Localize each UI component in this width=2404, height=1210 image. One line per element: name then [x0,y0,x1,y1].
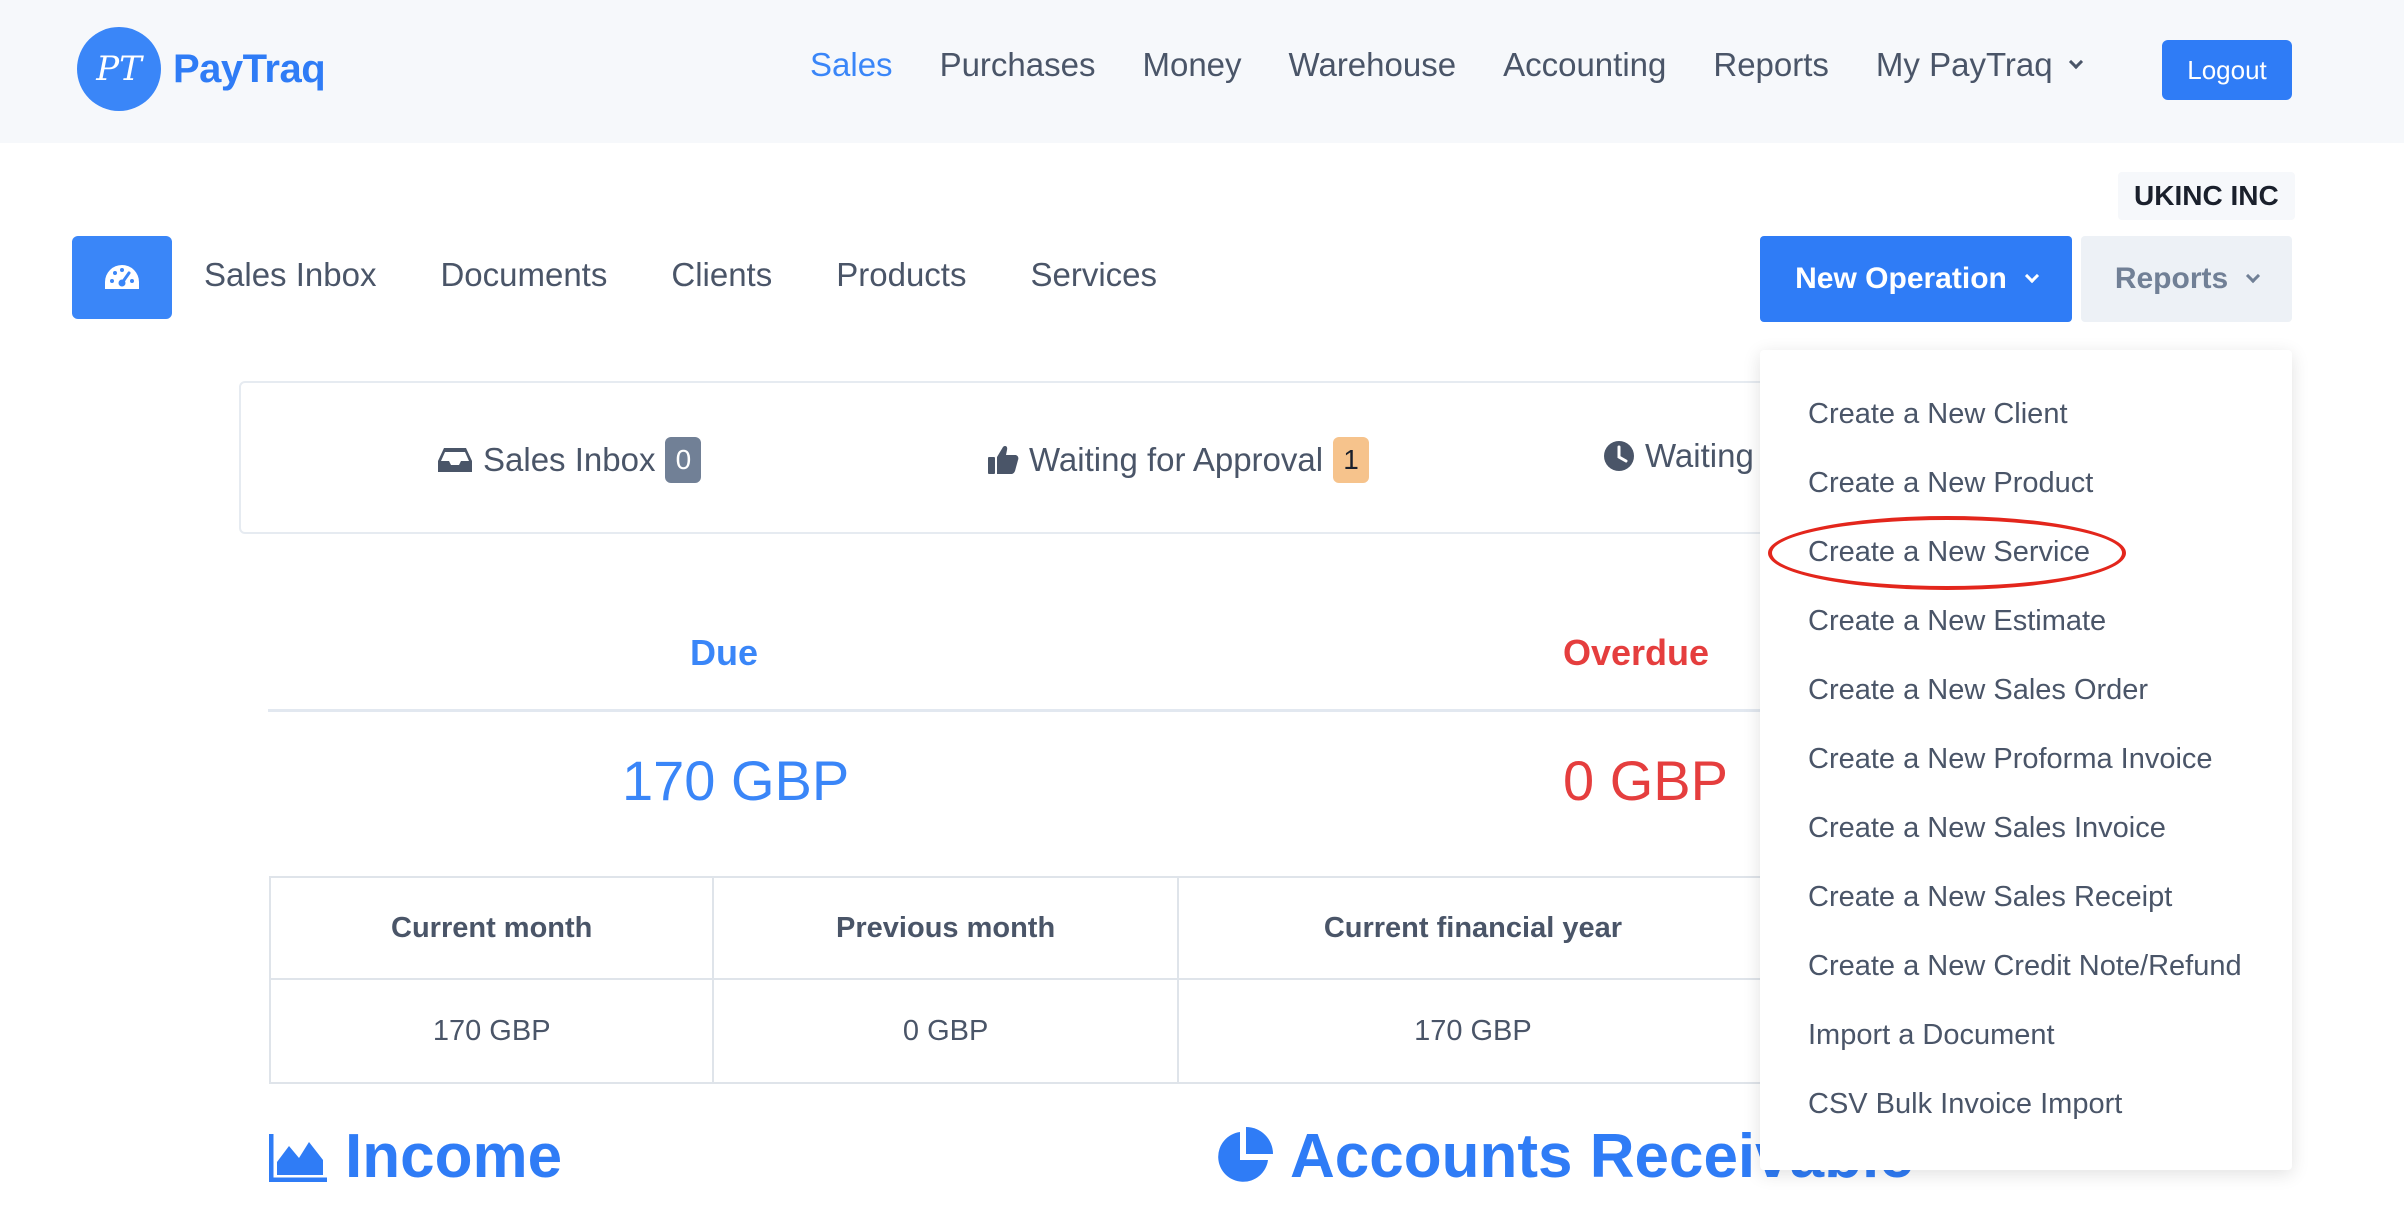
table-row: 170 GBP 0 GBP 170 GBP [268,978,1770,1084]
subnav-clients[interactable]: Clients [671,256,772,294]
new-operation-dropdown-menu: Create a New Client Create a New Product… [1760,350,2292,1170]
menu-item-create-new-credit-note-refund[interactable]: Create a New Credit Note/Refund [1808,950,2242,983]
due-label: Due [690,632,759,673]
area-chart-icon [269,1132,329,1182]
subnav-products[interactable]: Products [836,256,966,294]
waiting-approval-count-badge: 1 [1333,437,1370,483]
subnav-services[interactable]: Services [1030,256,1157,294]
nav-accounting[interactable]: Accounting [1503,46,1666,84]
pie-chart-icon [1212,1126,1274,1188]
income-heading-text: Income [345,1122,563,1191]
nav-sales[interactable]: Sales [810,46,893,84]
menu-item-create-new-sales-order[interactable]: Create a New Sales Order [1808,674,2148,707]
top-navigation-bar: PT PayTraq Sales Purchases Money Warehou… [0,0,2404,143]
due-amount: 170 GBP [622,749,850,812]
cell-previous-month: 0 GBP [712,978,1179,1084]
company-name-badge: UKINC INC [2118,172,2295,220]
sales-inbox-count-badge: 0 [665,437,702,483]
menu-item-create-new-client[interactable]: Create a New Client [1808,398,2068,431]
status-waiting[interactable]: Waiting [1603,437,1754,475]
menu-item-import-document[interactable]: Import a Document [1808,1019,2055,1052]
new-operation-label: New Operation [1795,262,2007,295]
subnav-documents[interactable]: Documents [440,256,607,294]
dashboard-button[interactable] [72,236,172,319]
nav-money[interactable]: Money [1142,46,1241,84]
new-operation-button[interactable]: New Operation [1760,236,2072,322]
paytraq-logo[interactable]: PT PayTraq [77,27,326,111]
reports-dropdown-button[interactable]: Reports [2081,236,2292,322]
divider [268,709,1768,712]
logo-mark: PT [77,27,161,111]
income-heading: Income [269,1121,562,1192]
main-nav: Sales Purchases Money Warehouse Accounti… [810,46,2128,84]
logout-button[interactable]: Logout [2162,40,2292,100]
nav-warehouse[interactable]: Warehouse [1289,46,1457,84]
status-waiting-label: Waiting [1645,437,1754,474]
chevron-down-icon [2024,268,2039,284]
menu-item-create-new-proforma-invoice[interactable]: Create a New Proforma Invoice [1808,743,2213,776]
status-sales-inbox[interactable]: Sales Inbox 0 [437,437,702,483]
chevron-down-icon [2068,54,2083,70]
menu-item-create-new-sales-receipt[interactable]: Create a New Sales Receipt [1808,881,2172,914]
clock-icon [1603,440,1635,472]
menu-item-create-new-product[interactable]: Create a New Product [1808,467,2093,500]
subnav-sales-inbox[interactable]: Sales Inbox [204,256,376,294]
speedometer-icon [105,264,139,289]
status-waiting-approval-label: Waiting for Approval [1029,441,1324,478]
reports-label: Reports [2114,262,2229,295]
menu-item-csv-bulk-invoice-import[interactable]: CSV Bulk Invoice Import [1808,1088,2122,1121]
column-header-current-month: Current month [268,876,715,980]
logo-wordmark: PayTraq [173,46,326,91]
column-header-previous-month: Previous month [712,876,1179,980]
column-header-current-financial-year: Current financial year [1176,876,1770,980]
thumbs-up-icon [987,444,1019,476]
table-header-row: Current month Previous month Current fin… [268,876,1770,980]
menu-item-create-new-sales-invoice[interactable]: Create a New Sales Invoice [1808,812,2166,845]
menu-item-create-new-service[interactable]: Create a New Service [1808,536,2090,569]
cell-current-financial-year: 170 GBP [1176,978,1770,1084]
nav-reports[interactable]: Reports [1713,46,1829,84]
status-summary-panel: Sales Inbox 0 Waiting for Approval 1 Wai… [239,381,1839,534]
status-waiting-approval[interactable]: Waiting for Approval 1 [987,437,1370,483]
overdue-amount: 0 GBP [1563,749,1728,812]
logo-initials: PT [96,49,142,89]
cell-current-month: 170 GBP [268,978,715,1084]
nav-purchases[interactable]: Purchases [940,46,1096,84]
menu-item-create-new-estimate[interactable]: Create a New Estimate [1808,605,2106,638]
status-sales-inbox-label: Sales Inbox [483,441,656,478]
period-summary-table: Current month Previous month Current fin… [268,876,1770,1084]
chevron-down-icon [2246,268,2261,284]
nav-my-paytraq[interactable]: My PayTraq [1875,46,2083,84]
inbox-icon [437,446,473,474]
sales-sub-nav: Sales Inbox Documents Clients Products S… [204,256,1221,294]
overdue-label: Overdue [1563,632,1710,673]
nav-my-paytraq-label: My PayTraq [1875,46,2053,83]
